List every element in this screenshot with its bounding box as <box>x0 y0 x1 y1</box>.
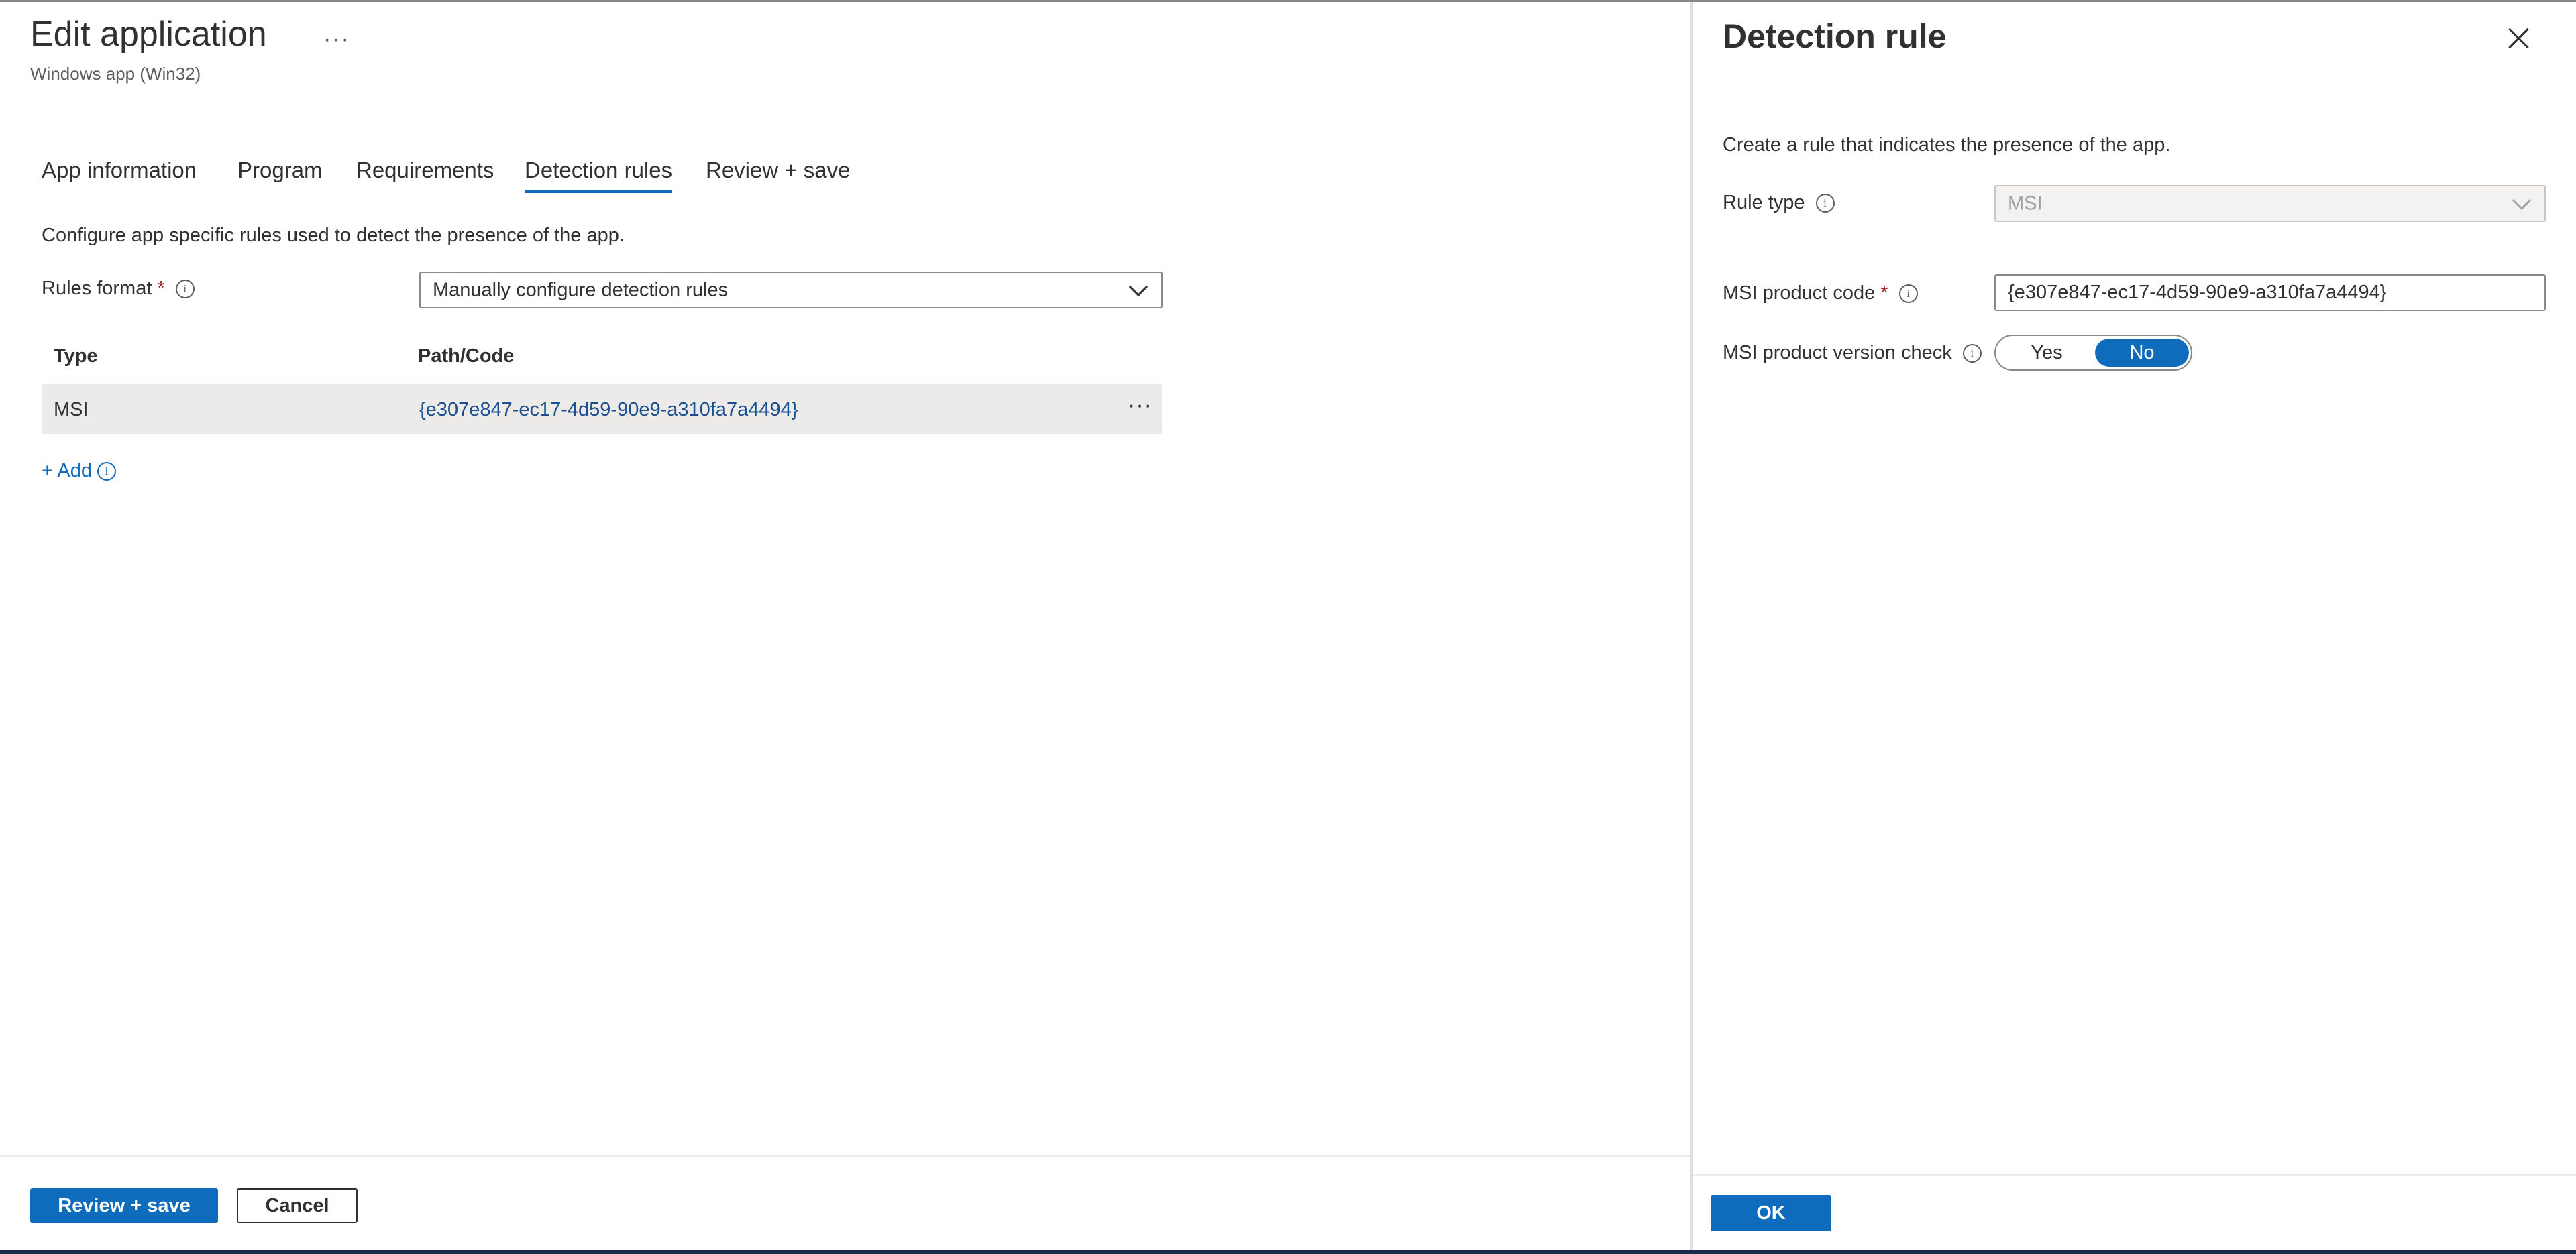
tab-detection-rules[interactable]: Detection rules <box>525 158 673 193</box>
row-path-code-link[interactable]: {e307e847-ec17-4d59-90e9-a310fa7a4494} <box>419 399 798 421</box>
msi-version-check-label: MSI product version check <box>1723 342 1952 363</box>
rule-type-label: Rule type <box>1723 192 1805 213</box>
version-check-label-group: MSI product version check i <box>1723 342 1982 364</box>
tab-program[interactable]: Program <box>237 158 323 183</box>
rule-type-label-group: Rule type i <box>1723 192 1835 214</box>
row-type: MSI <box>54 399 89 420</box>
detection-rules-description: Configure app specific rules used to det… <box>42 225 625 246</box>
rules-format-dropdown[interactable]: Manually configure detection rules <box>419 272 1163 308</box>
info-icon[interactable]: i <box>1815 194 1835 213</box>
version-check-toggle[interactable]: Yes No <box>1994 335 2192 371</box>
add-rule-button[interactable]: + Add i <box>42 460 116 482</box>
ok-button[interactable]: OK <box>1711 1195 1831 1231</box>
review-save-button[interactable]: Review + save <box>30 1188 218 1223</box>
panel-title: Detection rule <box>1723 17 1947 55</box>
msi-product-code-input[interactable] <box>1994 274 2546 311</box>
msi-code-label-group: MSI product code * i <box>1723 282 1918 304</box>
info-icon[interactable]: i <box>1962 344 1982 363</box>
rule-type-value: MSI <box>2008 192 2043 214</box>
required-indicator: * <box>1880 282 1888 304</box>
add-rule-label: + Add <box>42 460 92 481</box>
info-icon[interactable]: i <box>97 462 116 481</box>
msi-product-code-label: MSI product code <box>1723 282 1876 304</box>
info-icon[interactable]: i <box>175 280 195 299</box>
row-more-options-icon[interactable]: ··· <box>1128 392 1152 418</box>
detection-rule-panel: Detection rule Create a rule that indica… <box>1693 2 2576 1250</box>
chevron-down-icon <box>2512 190 2532 210</box>
version-check-no-option[interactable]: No <box>2095 339 2189 367</box>
tab-app-information[interactable]: App information <box>42 158 197 183</box>
close-icon[interactable] <box>2504 23 2534 53</box>
rules-format-label: Rules format <box>42 278 152 299</box>
table-row[interactable]: MSI {e307e847-ec17-4d59-90e9-a310fa7a449… <box>42 384 1162 434</box>
column-header-type: Type <box>54 345 98 367</box>
panel-description: Create a rule that indicates the presenc… <box>1723 134 2171 156</box>
required-indicator: * <box>157 278 165 299</box>
page-subtitle: Windows app (Win32) <box>30 64 201 84</box>
version-check-yes-option[interactable]: Yes <box>2000 339 2094 367</box>
tab-review-save[interactable]: Review + save <box>706 158 851 183</box>
chevron-down-icon <box>1128 277 1148 296</box>
info-icon[interactable]: i <box>1898 284 1918 304</box>
edit-application-pane: Edit application ··· Windows app (Win32)… <box>0 2 1690 1250</box>
tab-requirements[interactable]: Requirements <box>356 158 494 183</box>
more-options-icon[interactable]: ··· <box>323 26 350 52</box>
rule-type-dropdown: MSI <box>1994 185 2546 222</box>
footer-divider <box>0 1155 1690 1157</box>
rules-format-value: Manually configure detection rules <box>433 279 729 300</box>
window-bottom-border <box>0 1250 2576 1254</box>
rules-format-label-group: Rules format * i <box>42 278 195 300</box>
page-title: Edit application <box>30 15 267 54</box>
cancel-button[interactable]: Cancel <box>237 1188 358 1223</box>
panel-footer-divider <box>1693 1174 2576 1176</box>
column-header-path-code: Path/Code <box>418 345 515 367</box>
